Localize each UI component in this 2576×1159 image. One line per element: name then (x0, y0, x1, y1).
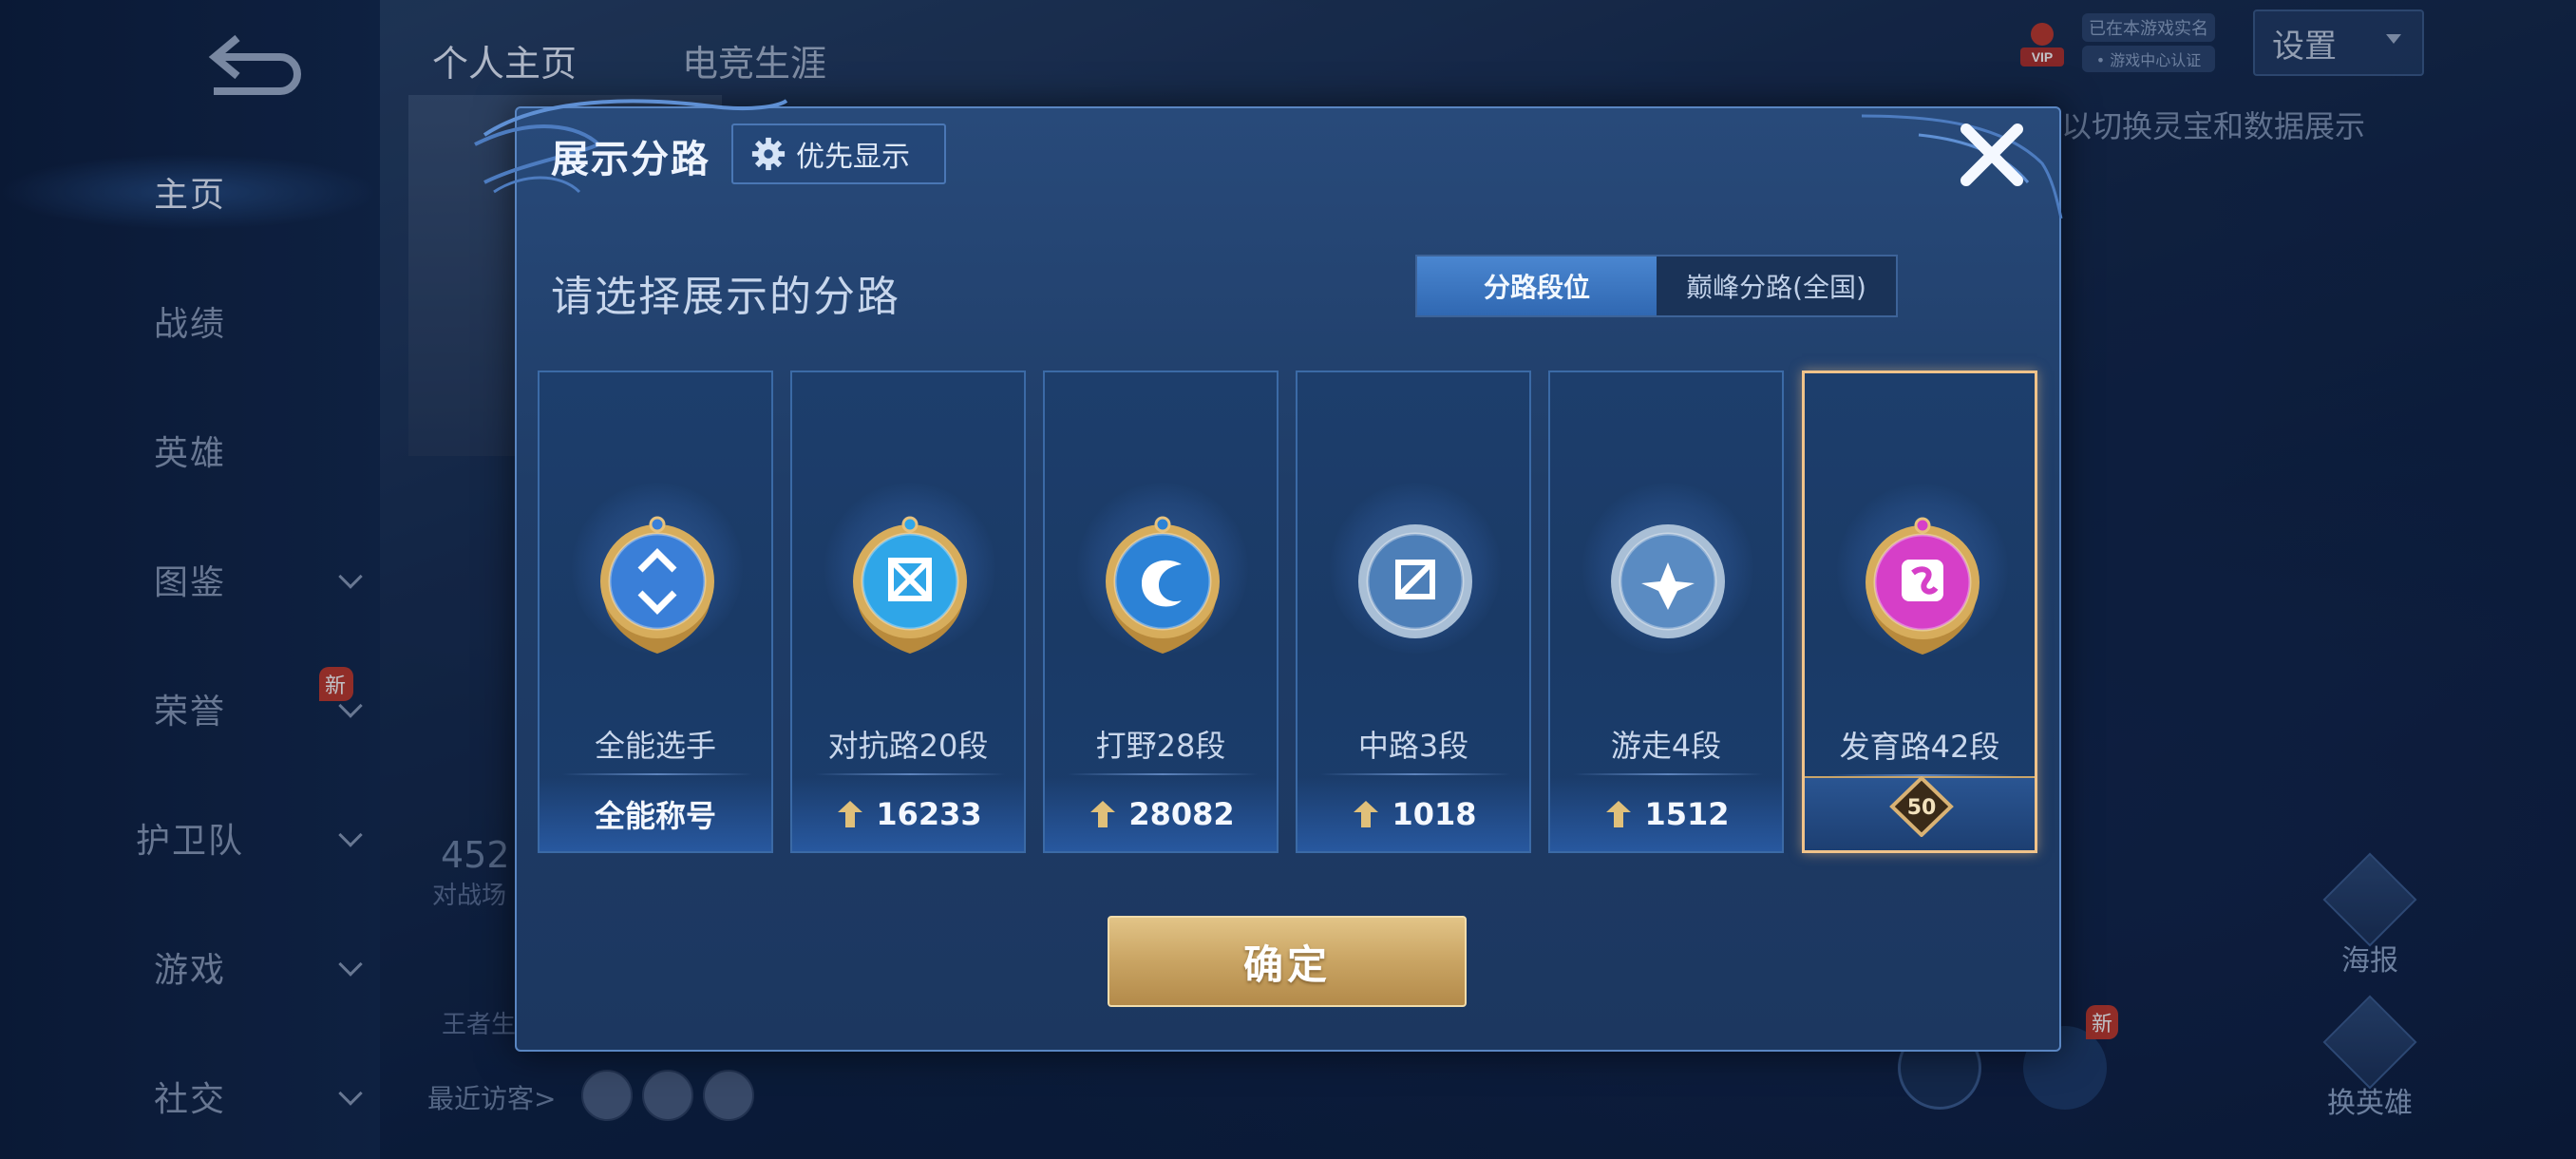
lane-rank-label: 发育路42段 (1839, 729, 2000, 765)
game-screen: 主页 战绩 英雄 图鉴 荣誉新 护卫队 游戏 社交 个人主页 电竞生涯 VIP … (0, 0, 2576, 1159)
card-divider (815, 773, 1005, 775)
dialog-title: 展示分路 (551, 138, 710, 181)
lane-card-jungle[interactable]: 打野28段 28082 (1043, 370, 1279, 853)
card-footer: 全能称号 (540, 777, 771, 851)
lane-card-all-round[interactable]: 全能选手 全能称号 (538, 370, 773, 853)
lane-rank-label: 对抗路20段 (827, 728, 989, 764)
battle-power-icon (1354, 801, 1379, 827)
confirm-button[interactable]: 确定 (1108, 916, 1467, 1007)
lane-rank-label: 中路3段 (1357, 728, 1469, 764)
lane-rank-label: 游走4段 (1610, 728, 1722, 764)
all-round-emblem-icon (600, 516, 714, 654)
svg-text:50: 50 (1907, 796, 1937, 820)
card-footer: 1018 (1297, 777, 1529, 851)
card-footer: 1512 (1550, 777, 1782, 851)
priority-display-label: 优先显示 (796, 141, 910, 174)
lane-rank-label: 全能选手 (594, 728, 716, 764)
card-footer: 28082 (1045, 777, 1277, 851)
lane-card-clash-lane[interactable]: 对抗路20段 16233 (790, 370, 1026, 853)
gear-icon (751, 137, 786, 171)
priority-display-button[interactable]: 优先显示 (731, 124, 946, 184)
clash-lane-emblem-icon (853, 516, 967, 654)
close-icon[interactable] (1955, 118, 2029, 192)
title-label: 全能称号 (594, 798, 716, 834)
lane-rank-label: 打野28段 (1095, 728, 1226, 764)
card-divider (1573, 773, 1763, 775)
jungle-emblem-icon (1106, 516, 1220, 654)
battle-power-icon (1606, 801, 1632, 827)
level-badge-icon: 50 (1889, 776, 1954, 837)
lane-card-roam[interactable]: 游走4段 1512 (1548, 370, 1784, 853)
battle-power-icon (838, 801, 863, 827)
card-footer: 16233 (792, 777, 1024, 851)
lane-card-mid-lane[interactable]: 中路3段 1018 (1296, 370, 1531, 853)
lane-card-farm-lane[interactable]: 发育路42段 50 (1802, 370, 2037, 853)
battle-power-value: 1018 (1392, 796, 1477, 832)
tab-lane-rank[interactable]: 分路段位 (1417, 256, 1657, 315)
card-divider (1068, 773, 1258, 775)
card-divider (562, 773, 752, 775)
segment-control: 分路段位 巅峰分路(全国) (1415, 255, 1898, 317)
battle-power-value: 16233 (876, 796, 982, 832)
roam-emblem-icon (1611, 524, 1725, 638)
battle-power-icon (1090, 801, 1116, 827)
battle-power-value: 1512 (1644, 796, 1730, 832)
tab-peak-lane[interactable]: 巅峰分路(全国) (1657, 256, 1896, 315)
dialog-subtitle: 请选择展示的分路 (551, 273, 900, 321)
mid-lane-emblem-icon (1358, 524, 1472, 638)
battle-power-value: 28082 (1128, 796, 1235, 832)
farm-lane-emblem-icon (1866, 517, 1979, 655)
card-divider (1320, 773, 1510, 775)
